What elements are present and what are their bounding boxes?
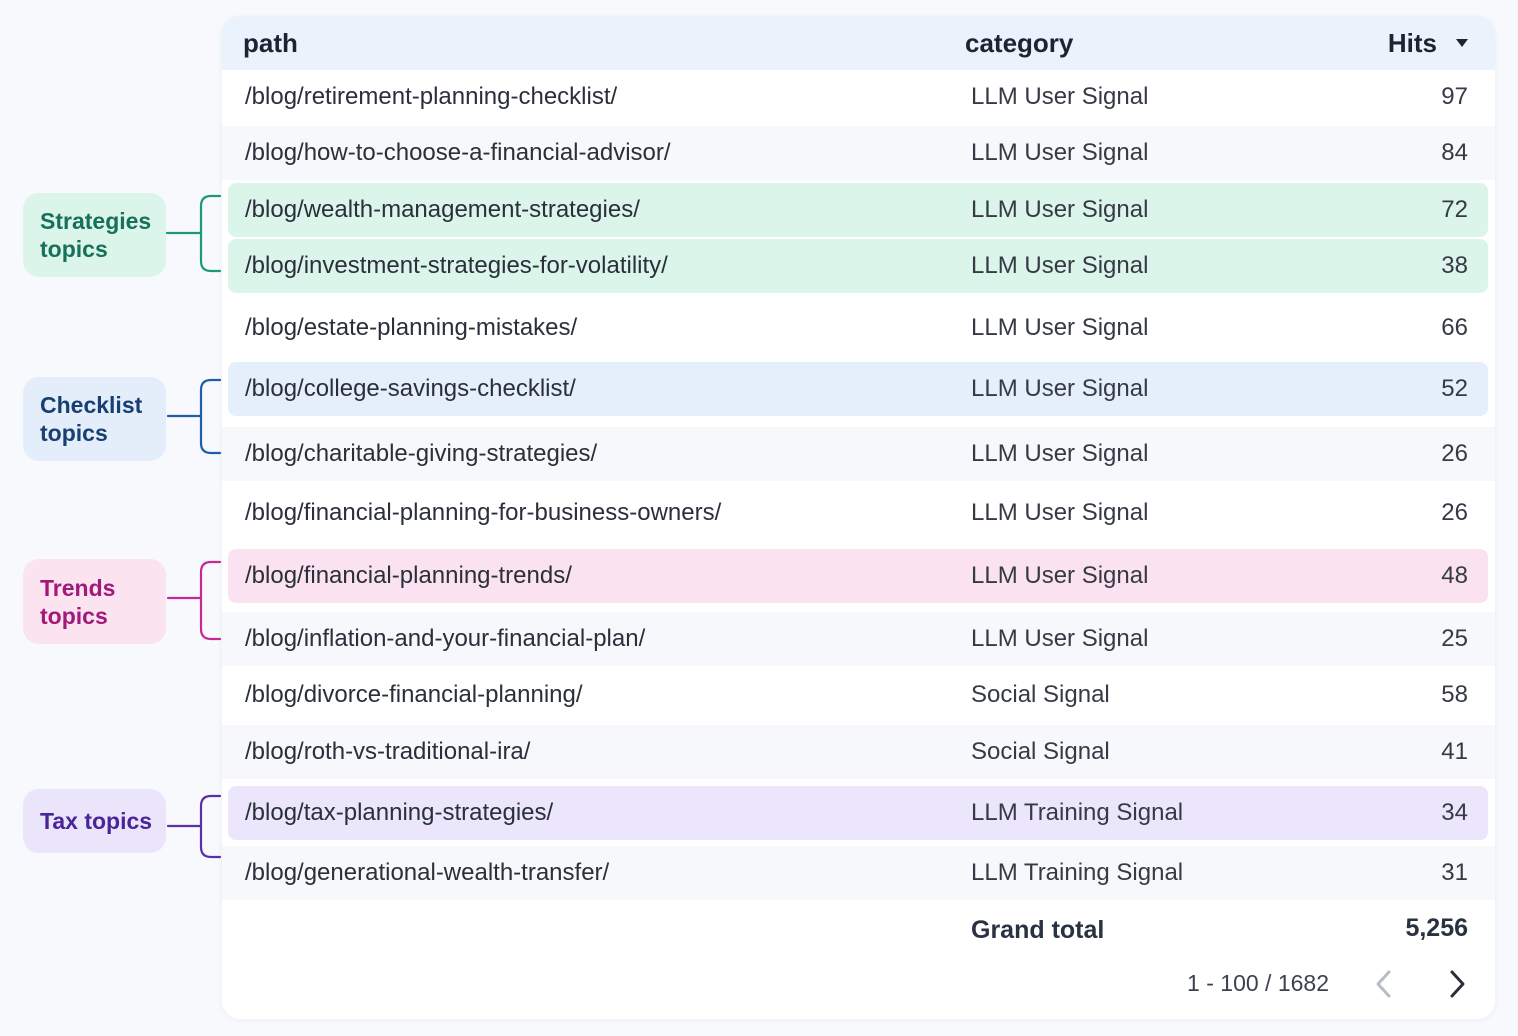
table-row: /blog/inflation-and-your-financial-plan/… <box>222 612 1495 666</box>
table-row: /blog/estate-planning-mistakes/ LLM User… <box>222 301 1495 355</box>
hits-cell: 25 <box>1441 625 1468 652</box>
grand-total-value: 5,256 <box>1405 914 1468 942</box>
table-header: path category Hits <box>222 16 1495 70</box>
category-cell: LLM User Signal <box>971 252 1149 279</box>
hits-cell: 31 <box>1441 859 1468 886</box>
hits-cell: 26 <box>1441 440 1468 467</box>
table-row: /blog/roth-vs-traditional-ira/ Social Si… <box>222 725 1495 779</box>
category-cell: LLM Training Signal <box>971 799 1184 826</box>
table-row: /blog/retirement-planning-checklist/ LLM… <box>222 70 1495 124</box>
checklist-topics-text: Checklist topics <box>40 392 143 446</box>
strategies-topics-text: Strategies topics <box>40 208 152 262</box>
hits-cell: 38 <box>1441 252 1468 279</box>
table-row: /blog/financial-planning-for-business-ow… <box>222 486 1495 540</box>
trends-bracket <box>166 560 222 641</box>
category-cell: LLM User Signal <box>971 562 1149 589</box>
table-row-highlighted-strategies: /blog/investment-strategies-for-volatili… <box>228 239 1488 293</box>
hits-cell: 26 <box>1441 499 1468 526</box>
hits-cell: 97 <box>1441 83 1468 110</box>
column-header-category[interactable]: category <box>965 16 1073 70</box>
tax-bracket <box>166 794 222 859</box>
path-cell: /blog/inflation-and-your-financial-plan/ <box>245 625 646 652</box>
category-cell: LLM User Signal <box>971 314 1149 341</box>
category-cell: LLM User Signal <box>971 196 1149 223</box>
hits-cell: 66 <box>1441 314 1468 341</box>
strategies-bracket <box>165 194 222 273</box>
column-header-hits[interactable]: Hits <box>1388 16 1437 70</box>
path-cell: /blog/retirement-planning-checklist/ <box>245 83 618 110</box>
path-cell: /blog/wealth-management-strategies/ <box>245 196 640 223</box>
data-table: path category Hits /blog/retirement-plan… <box>222 16 1495 1019</box>
path-cell: /blog/financial-planning-trends/ <box>245 562 572 589</box>
category-cell: LLM User Signal <box>971 375 1149 402</box>
table-row-highlighted-trends: /blog/financial-planning-trends/ LLM Use… <box>228 549 1488 603</box>
checklist-topics-label: Checklist topics <box>23 377 166 461</box>
category-cell: LLM User Signal <box>971 440 1149 467</box>
tax-topics-label: Tax topics <box>23 789 166 853</box>
strategies-topics-label: Strategies topics <box>23 193 166 277</box>
table-row-highlighted-tax: /blog/tax-planning-strategies/ LLM Train… <box>228 786 1488 840</box>
grand-total-label: Grand total <box>971 916 1105 944</box>
path-cell: /blog/estate-planning-mistakes/ <box>245 314 578 341</box>
category-cell: LLM User Signal <box>971 139 1149 166</box>
table-row: /blog/generational-wealth-transfer/ LLM … <box>222 846 1495 900</box>
pagination-range: 1 - 100 / 1682 <box>1187 970 1329 996</box>
hits-cell: 41 <box>1441 738 1468 765</box>
hits-cell: 58 <box>1441 681 1468 708</box>
path-cell: /blog/divorce-financial-planning/ <box>245 681 583 708</box>
table-row: /blog/charitable-giving-strategies/ LLM … <box>222 427 1495 481</box>
table-row-highlighted-strategies: /blog/wealth-management-strategies/ LLM … <box>228 183 1488 237</box>
category-cell: LLM User Signal <box>971 83 1149 110</box>
sort-descending-icon[interactable] <box>1456 39 1468 47</box>
trends-topics-label: Trends topics <box>23 559 166 644</box>
path-cell: /blog/investment-strategies-for-volatili… <box>245 252 668 279</box>
path-cell: /blog/generational-wealth-transfer/ <box>245 859 610 886</box>
path-cell: /blog/charitable-giving-strategies/ <box>245 440 598 467</box>
path-cell: /blog/college-savings-checklist/ <box>245 375 576 402</box>
category-cell: LLM Training Signal <box>971 859 1184 886</box>
previous-page-button[interactable] <box>1365 964 1405 1004</box>
category-cell: LLM User Signal <box>971 499 1149 526</box>
category-cell: LLM User Signal <box>971 625 1149 652</box>
tax-topics-text: Tax topics <box>40 808 153 834</box>
hits-cell: 84 <box>1441 139 1468 166</box>
path-cell: /blog/how-to-choose-a-financial-advisor/ <box>245 139 671 166</box>
hits-cell: 48 <box>1441 562 1468 589</box>
trends-topics-text: Trends topics <box>40 574 116 629</box>
hits-cell: 34 <box>1441 799 1468 826</box>
group-brackets <box>165 194 222 859</box>
category-cell: Social Signal <box>971 681 1110 708</box>
path-cell: /blog/financial-planning-for-business-ow… <box>245 499 722 526</box>
column-header-path[interactable]: path <box>243 16 298 70</box>
page: Strategies topics Checklist topics Trend… <box>0 0 1518 1036</box>
table-row: /blog/divorce-financial-planning/ Social… <box>222 668 1495 722</box>
path-cell: /blog/tax-planning-strategies/ <box>245 799 554 826</box>
chevron-left-icon <box>1376 970 1391 998</box>
table-row-highlighted-checklist: /blog/college-savings-checklist/ LLM Use… <box>228 362 1488 416</box>
hits-cell: 72 <box>1441 196 1468 223</box>
path-cell: /blog/roth-vs-traditional-ira/ <box>245 738 531 765</box>
next-page-button[interactable] <box>1436 964 1476 1004</box>
hits-cell: 52 <box>1441 375 1468 402</box>
checklist-bracket <box>166 378 222 455</box>
category-cell: Social Signal <box>971 738 1110 765</box>
chevron-right-icon <box>1450 970 1465 998</box>
table-row: /blog/how-to-choose-a-financial-advisor/… <box>222 126 1495 180</box>
